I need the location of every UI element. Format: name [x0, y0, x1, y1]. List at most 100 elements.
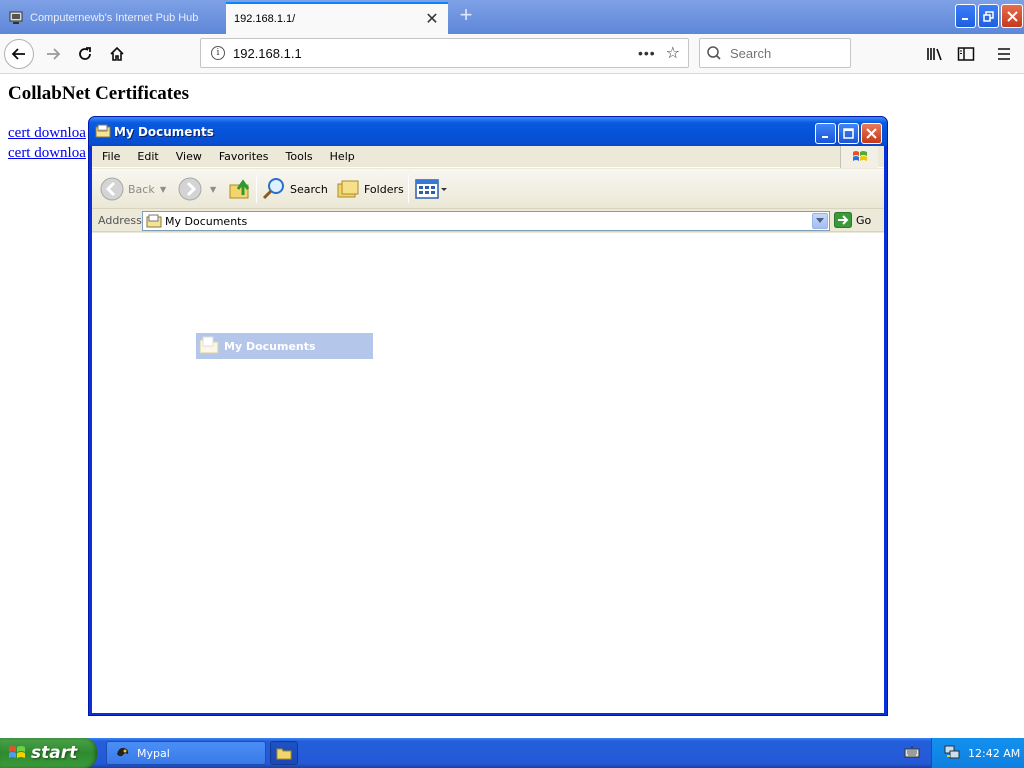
- dragged-item-label: My Documents: [224, 339, 316, 353]
- menu-view[interactable]: View: [169, 150, 209, 163]
- views-icon: [415, 179, 447, 199]
- folders-icon: [337, 180, 359, 198]
- minimize-button[interactable]: [815, 123, 836, 144]
- restore-window-button[interactable]: [978, 4, 999, 28]
- toolbar-separator: [408, 175, 409, 203]
- back-dropdown-icon[interactable]: ▼: [160, 174, 166, 204]
- cert-download-link[interactable]: cert downloa: [8, 125, 86, 142]
- system-tray: 12:42 AM: [931, 738, 1024, 768]
- address-label: Address: [98, 214, 142, 227]
- forward-button[interactable]: [38, 39, 68, 69]
- reload-button[interactable]: [70, 39, 100, 69]
- url-bar[interactable]: i 192.168.1.1 ••• ☆: [200, 38, 689, 68]
- menu-help[interactable]: Help: [323, 150, 362, 163]
- back-button[interactable]: Back: [100, 174, 155, 204]
- standard-toolbar: Back ▼ ▼ Search Folders: [92, 169, 884, 209]
- info-icon[interactable]: i: [211, 46, 225, 60]
- window-title: My Documents: [114, 125, 214, 139]
- menu-favorites[interactable]: Favorites: [212, 150, 276, 163]
- navigation-toolbar: i 192.168.1.1 ••• ☆ Search: [0, 34, 1024, 74]
- up-folder-icon: [229, 179, 250, 199]
- folder-icon: [198, 334, 220, 359]
- forward-icon: [47, 48, 61, 60]
- tab-active[interactable]: 192.168.1.1/ ✕: [226, 2, 448, 34]
- network-icon[interactable]: [944, 744, 960, 763]
- views-button[interactable]: [414, 174, 448, 204]
- magnifier-icon: [262, 178, 284, 200]
- back-label: Back: [128, 182, 155, 196]
- folder-icon: [276, 748, 292, 760]
- window-body: File Edit View Favorites Tools Help Back…: [92, 146, 884, 713]
- close-icon: [866, 128, 877, 139]
- minimize-window-button[interactable]: [955, 4, 976, 28]
- menu-file[interactable]: File: [95, 150, 127, 163]
- go-label: Go: [856, 213, 872, 227]
- page-actions-button[interactable]: •••: [638, 45, 656, 61]
- sidebar-icon: [957, 47, 975, 61]
- taskbar-item-label: Mypal: [137, 746, 170, 760]
- library-icon: [927, 48, 942, 61]
- close-button[interactable]: [861, 123, 882, 144]
- tab-title: 192.168.1.1/: [234, 13, 296, 25]
- library-button[interactable]: [920, 39, 950, 69]
- bookmark-star-icon[interactable]: ☆: [666, 43, 680, 63]
- menu-tools[interactable]: Tools: [279, 150, 320, 163]
- folders-label: Folders: [364, 182, 404, 196]
- folders-button[interactable]: Folders: [336, 174, 404, 204]
- address-dropdown-icon[interactable]: [812, 213, 828, 229]
- folder-contents-pane[interactable]: My Documents: [92, 233, 884, 713]
- start-button[interactable]: start: [0, 738, 97, 768]
- start-label: start: [31, 743, 78, 763]
- tab-title: Computernewb's Internet Pub Hub: [30, 12, 199, 24]
- back-button[interactable]: [4, 39, 34, 69]
- keyboard-icon[interactable]: [904, 745, 920, 762]
- computer-favicon-icon: [8, 10, 24, 26]
- forward-dropdown-icon[interactable]: ▼: [210, 174, 216, 204]
- close-window-button[interactable]: [1001, 4, 1023, 28]
- menu-button[interactable]: [989, 39, 1019, 69]
- clock[interactable]: 12:42 AM: [968, 747, 1020, 760]
- reload-icon: [79, 47, 91, 60]
- my-documents-folder-icon: [146, 214, 162, 228]
- forward-button[interactable]: [178, 174, 202, 204]
- address-value[interactable]: My Documents: [165, 215, 247, 228]
- new-tab-button[interactable]: +: [454, 4, 478, 28]
- tab-computernewb[interactable]: Computernewb's Internet Pub Hub: [0, 2, 224, 34]
- search-icon: [707, 46, 721, 60]
- go-arrow-icon: [834, 212, 852, 228]
- windows-flag-icon: [840, 146, 878, 168]
- taskbar: start Mypal 12:42 AM: [0, 738, 1024, 768]
- url-text[interactable]: 192.168.1.1: [233, 46, 638, 61]
- windows-logo-icon: [9, 746, 25, 758]
- toolbar-separator: [256, 175, 257, 203]
- forward-arrow-icon: [178, 177, 202, 201]
- maximize-icon: [843, 128, 854, 139]
- search-bar[interactable]: Search: [699, 38, 851, 68]
- menu-edit[interactable]: Edit: [130, 150, 165, 163]
- page-title: CollabNet Certificates: [8, 83, 189, 104]
- address-bar: Address My Documents Go: [92, 210, 884, 232]
- tab-strip: Computernewb's Internet Pub Hub 192.168.…: [0, 0, 1024, 34]
- mypal-icon: [115, 744, 131, 763]
- home-icon: [110, 46, 124, 61]
- window-titlebar[interactable]: My Documents: [89, 117, 887, 146]
- menu-icon: [998, 48, 1010, 60]
- my-documents-folder-icon: [95, 124, 111, 138]
- up-folder-button[interactable]: [228, 174, 254, 204]
- go-button[interactable]: Go: [834, 212, 871, 228]
- menu-bar: File Edit View Favorites Tools Help: [92, 146, 884, 168]
- home-button[interactable]: [102, 39, 132, 69]
- search-placeholder: Search: [730, 45, 772, 61]
- search-button[interactable]: Search: [262, 174, 328, 204]
- address-field[interactable]: My Documents: [142, 211, 830, 231]
- maximize-button[interactable]: [838, 123, 859, 144]
- back-icon: [11, 48, 25, 60]
- taskbar-item-my-documents[interactable]: [270, 741, 298, 765]
- close-tab-icon[interactable]: ✕: [424, 9, 440, 29]
- taskbar-item-mypal[interactable]: Mypal: [106, 741, 266, 765]
- dragged-folder-item[interactable]: My Documents: [196, 333, 373, 359]
- sidebar-button[interactable]: [951, 39, 981, 69]
- back-arrow-icon: [100, 177, 124, 201]
- minimize-icon: [821, 135, 828, 138]
- cert-download-link[interactable]: cert downloa: [8, 145, 86, 162]
